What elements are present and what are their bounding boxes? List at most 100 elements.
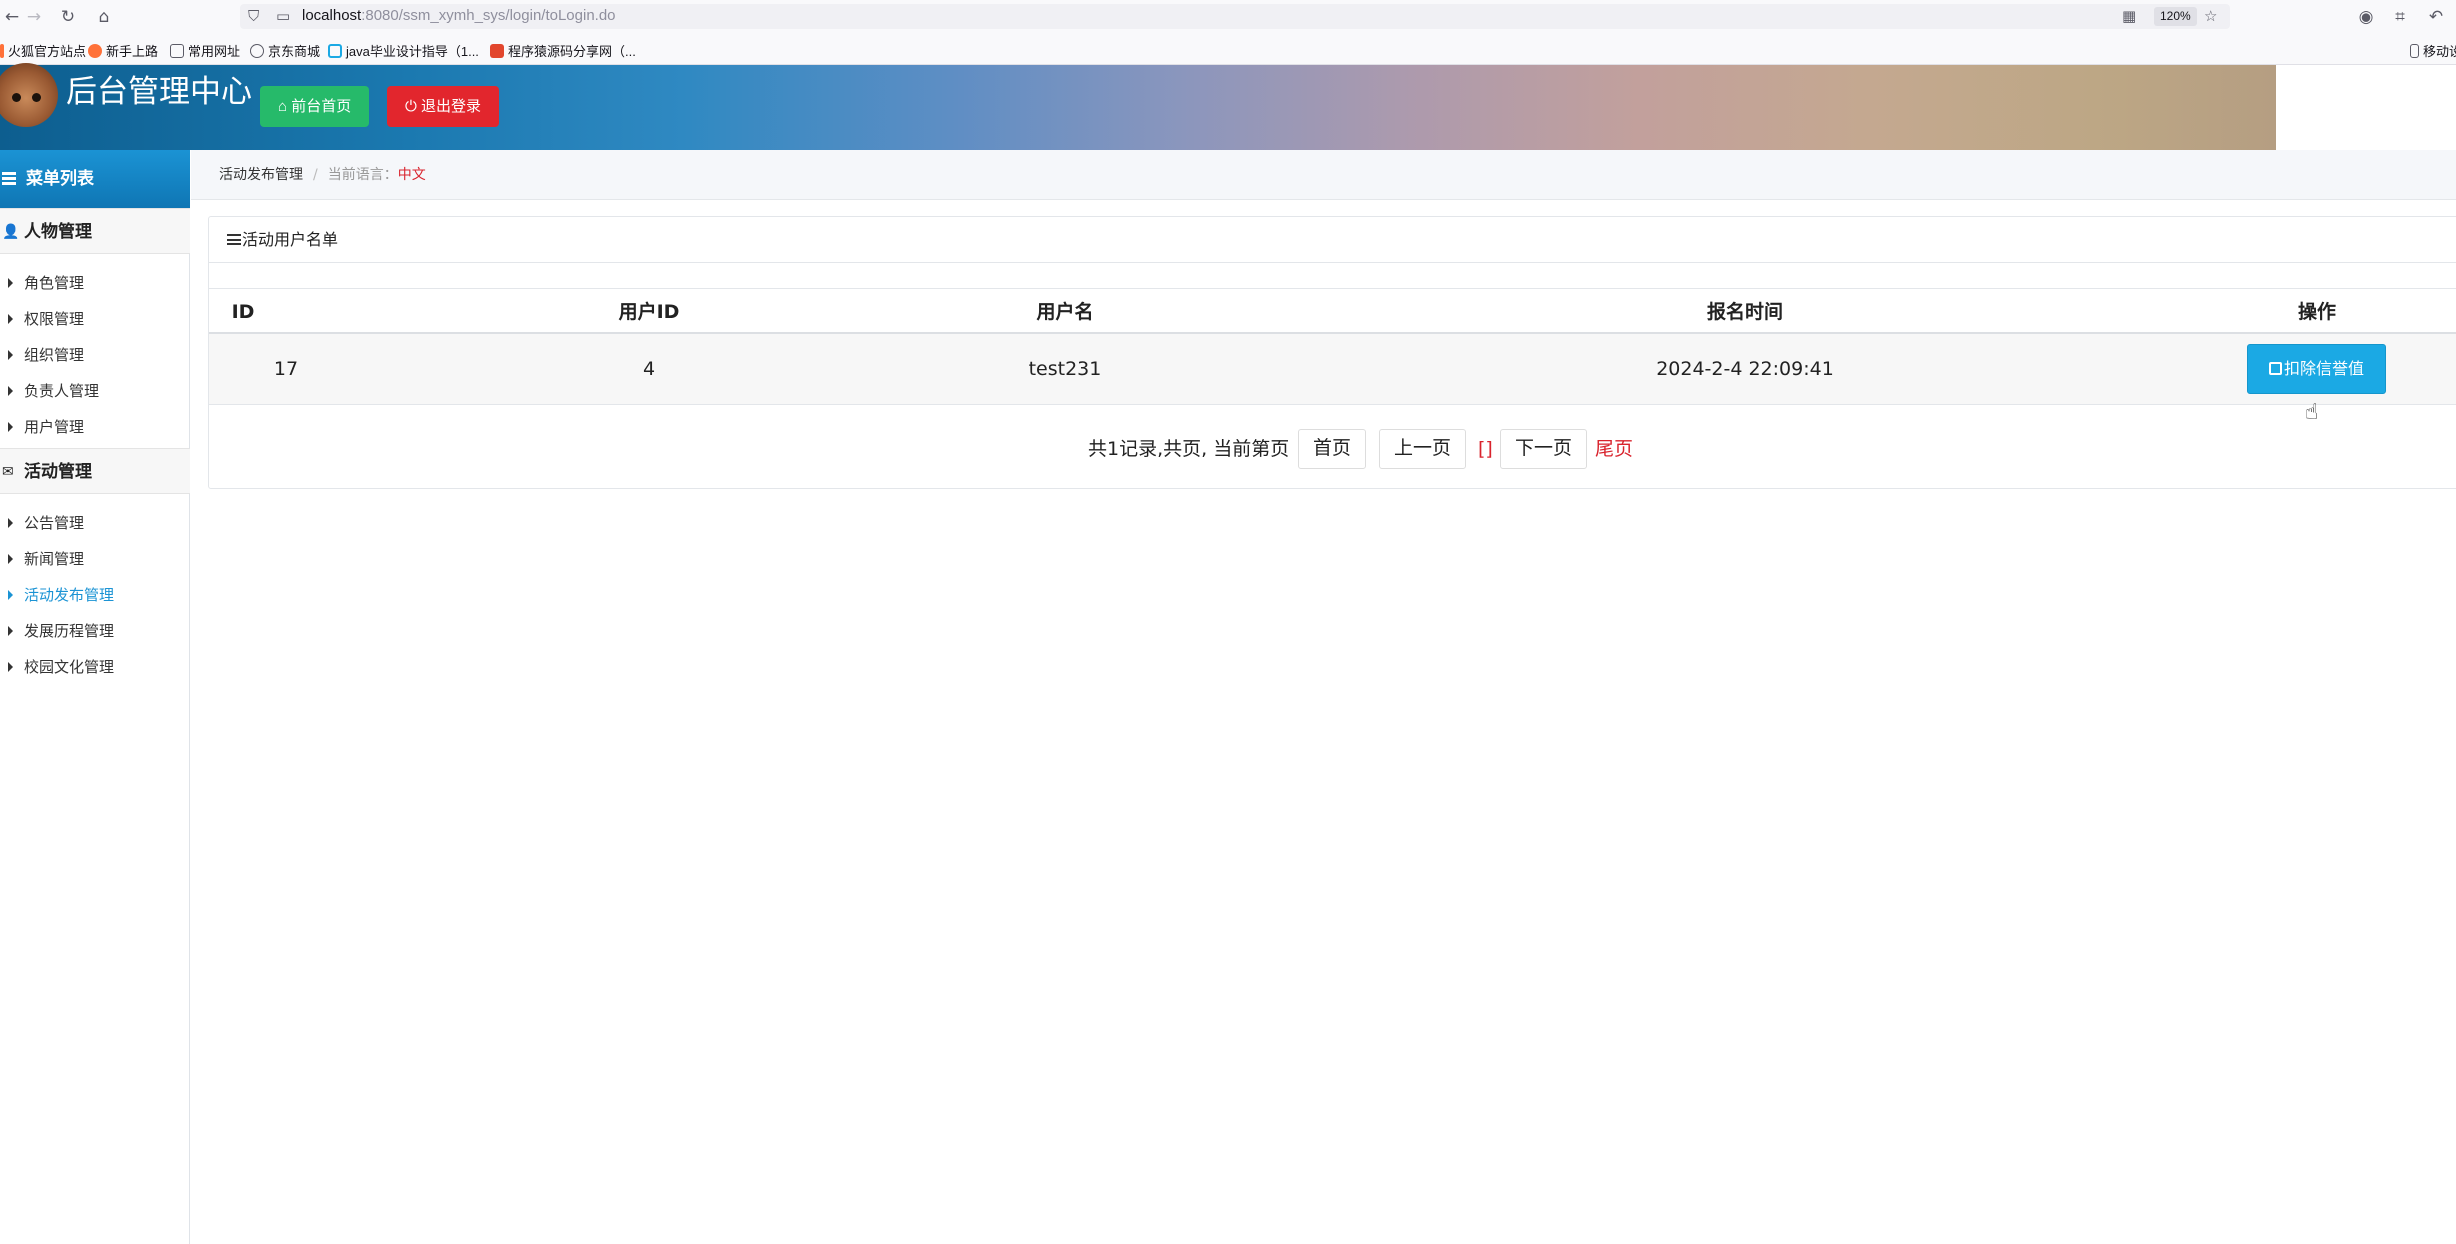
bookmark-label: 京东商城 [268,44,321,59]
column-header-user-id: 用户ID [618,301,680,323]
caret-right-icon [8,554,13,564]
bookmark-label: 新手上路 [106,44,159,59]
caret-right-icon [8,278,13,288]
language-value[interactable]: 中文 [398,167,426,183]
caret-right-icon [8,422,13,432]
sidebar-item-label: 新闻管理 [24,550,85,568]
sidebar-item-permissions[interactable]: 权限管理 [0,302,190,336]
breadcrumb-separator: / [313,167,318,183]
group-title-label: 活动管理 [24,462,92,482]
sidebar-item-label: 权限管理 [24,310,85,328]
sidebar-item-managers[interactable]: 负责人管理 [0,374,190,408]
sidebar: 菜单列表 👤 人物管理 角色管理 权限管理 组织管理 负责人管理 用户管理 ✉ 活动… [0,150,190,1244]
bookmark-item[interactable]: 程序猿源码分享网（... [490,41,636,60]
forward-icon[interactable]: → [24,7,44,27]
reload-icon[interactable]: ↻ [58,7,78,27]
url-path: :8080/ssm_xymh_sys/login/toLogin.do [361,7,616,24]
undo-icon[interactable]: ↶ [2426,7,2446,27]
bookmark-label: 移动设备上的书签 [2423,44,2456,59]
cell-username: test231 [1028,358,1102,380]
group-title-label: 人物管理 [24,222,92,242]
cell-signup-time: 2024-2-4 22:09:41 [1656,358,1834,380]
bookmark-label: 火狐官方站点 [8,44,87,59]
account-icon[interactable]: ◉ [2356,7,2376,27]
caret-right-icon [8,386,13,396]
sidebar-item-users[interactable]: 用户管理 [0,410,190,444]
language-label: 当前语言： [327,167,398,183]
home-icon[interactable]: ⌂ [94,7,114,27]
user-icon: 👤 [2,224,20,240]
page-numbers[interactable]: [] [1478,427,1493,471]
caret-right-icon [8,626,13,636]
cell-user-id: 4 [642,358,656,380]
home-icon: ⌂ [278,98,292,115]
bookmark-item[interactable]: 常用网址 [170,41,240,60]
sidebar-item-label: 发展历程管理 [24,622,115,640]
sidebar-item-notices[interactable]: 公告管理 [0,506,190,540]
column-header-id: ID [231,301,255,323]
zoom-level[interactable]: 120% [2154,7,2197,26]
table-row: 17 4 test231 2024-2-4 22:09:41 扣除信誉值 [209,334,2456,405]
sidebar-item-organizations[interactable]: 组织管理 [0,338,190,372]
bookmark-item[interactable]: 新手上路 [88,41,158,60]
bookmark-label: 常用网址 [188,44,241,59]
home-button[interactable]: ⌂ 前台首页 [260,86,370,127]
envelope-icon: ✉ [2,464,14,480]
shield-icon[interactable]: ⛉ [248,7,259,25]
bookmark-item[interactable]: 移动设备上的书签 [2410,41,2456,60]
sidebar-item-activity-publish[interactable]: 活动发布管理 [0,578,190,612]
sidebar-item-campus-culture[interactable]: 校园文化管理 [0,650,190,684]
back-icon[interactable]: ← [2,7,22,27]
sidebar-item-news[interactable]: 新闻管理 [0,542,190,576]
panel-title: 活动用户名单 [242,230,339,249]
pagination: 共1记录,共页, 当前第页 首页 上一页 [] 下一页 尾页 [209,427,2456,471]
bookmark-label: 程序猿源码分享网（... [508,44,636,59]
power-icon: ⏻ [405,98,422,115]
table-header-row: ID 用户ID 用户名 报名时间 操作 [209,288,2456,334]
last-page-link[interactable]: 尾页 [1595,427,1633,471]
bookmark-item[interactable]: java毕业设计指导（1... [328,41,479,60]
bookmark-star-icon[interactable]: ☆ [2204,7,2217,25]
deduct-credit-button[interactable]: 扣除信誉值 [2247,344,2386,394]
breadcrumb: 活动发布管理 / 当前语言：中文 [191,150,2456,200]
column-header-username: 用户名 [1036,301,1094,323]
pagination-info: 共1记录,共页, 当前第页 [1088,438,1290,460]
caret-right-icon [8,314,13,324]
sidebar-item-roles[interactable]: 角色管理 [0,266,190,300]
bookmark-item[interactable]: 京东商城 [250,41,320,60]
folder-icon [170,44,184,58]
screenshot-icon[interactable]: ⌗ [2390,7,2410,27]
sidebar-group-people[interactable]: 👤 人物管理 [0,208,190,254]
hand-cursor-icon: ☝ [2305,400,2319,425]
edit-icon [2268,362,2282,375]
bilibili-icon [328,44,342,58]
firefox-icon [88,44,102,58]
firefox-icon [0,44,4,58]
deduct-credit-label: 扣除信誉值 [2283,361,2364,378]
browser-toolbar: ← → ↻ ⌂ ⛉ ▭ localhost:8080/ssm_xymh_sys/… [0,0,2456,33]
app-title: 后台管理中心 [66,74,252,110]
next-page-button[interactable]: 下一页 [1500,429,1588,469]
caret-right-icon [8,590,13,600]
sidebar-item-history[interactable]: 发展历程管理 [0,614,190,648]
url-text[interactable]: localhost:8080/ssm_xymh_sys/login/toLogi… [302,7,616,24]
logout-button-label: 退出登录 [421,98,482,115]
breadcrumb-current[interactable]: 活动发布管理 [219,167,303,183]
prev-page-button[interactable]: 上一页 [1379,429,1467,469]
qr-code-icon[interactable]: ▦ [2122,7,2136,25]
code-site-icon [490,44,504,58]
avatar-eye [12,93,21,102]
logout-button[interactable]: ⏻ 退出登录 [387,86,500,127]
sidebar-item-label: 组织管理 [24,346,85,364]
column-header-signup-time: 报名时间 [1706,301,1784,323]
menu-icon [227,234,241,245]
sidebar-group-activities[interactable]: ✉ 活动管理 [0,448,190,494]
bookmarks-toolbar: 火狐官方站点 新手上路 常用网址 京东商城 java毕业设计指导（1... 程序… [0,33,2456,65]
page-info-icon[interactable]: ▭ [276,7,290,25]
caret-right-icon [8,518,13,528]
first-page-button[interactable]: 首页 [1298,429,1367,469]
sidebar-item-label: 活动发布管理 [24,586,115,604]
cell-id: 17 [273,358,299,380]
bookmark-item[interactable]: 火狐官方站点 [0,41,86,60]
caret-right-icon [8,662,13,672]
